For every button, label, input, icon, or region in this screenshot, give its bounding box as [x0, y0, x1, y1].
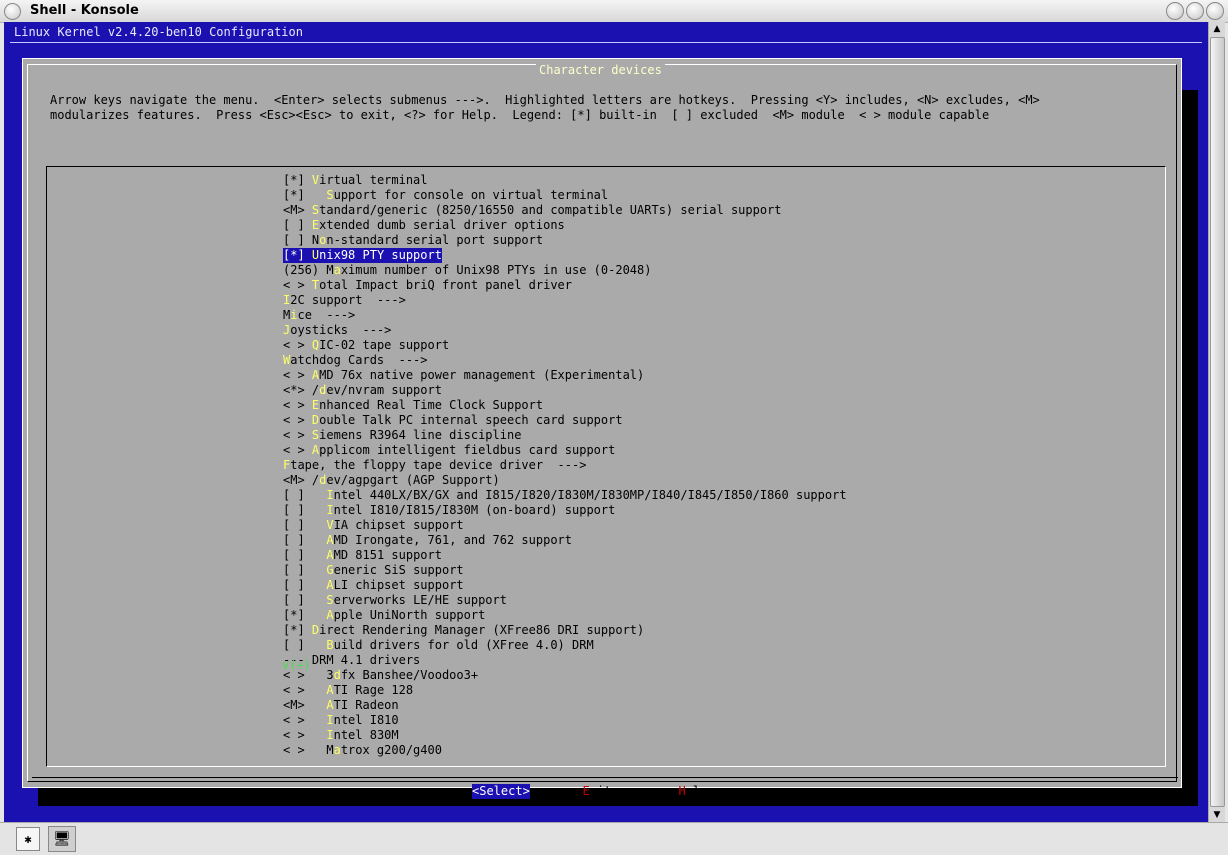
hotkey-letter: A [326, 548, 334, 562]
menu-item[interactable]: < > Matrox g200/g400 [283, 743, 442, 758]
menu-item[interactable]: < > Siemens R3964 line discipline [283, 428, 521, 443]
hotkey-letter: A [326, 698, 334, 712]
menu-item[interactable]: (256) Maximum number of Unix98 PTYs in u… [283, 263, 651, 278]
close-button[interactable] [1206, 2, 1224, 20]
new-session-icon[interactable]: ✱ [16, 827, 40, 851]
terminal-scrollbar[interactable]: ▲ ▼ [1208, 22, 1225, 822]
hotkey-letter: S [326, 593, 334, 607]
session-tabbar: ✱ 🖥 [0, 822, 1228, 855]
menu-item[interactable]: [ ] Non-standard serial port support [283, 233, 543, 248]
config-header: Linux Kernel v2.4.20-ben10 Configuration [14, 25, 303, 39]
menu-item[interactable]: [ ] Build drivers for old (XFree 4.0) DR… [283, 638, 594, 653]
menu-item[interactable]: I2C support ---> [283, 293, 406, 308]
hotkey-letter: a [333, 263, 341, 277]
scroll-down-icon[interactable]: ▼ [1209, 808, 1225, 822]
hotkey-letter: a [333, 743, 341, 757]
hotkey-letter: A [326, 683, 334, 697]
exit-hotkey: E [582, 784, 590, 798]
hotkey-letter: I [326, 503, 334, 517]
menu-item[interactable]: <M> /dev/agpgart (AGP Support) [283, 473, 500, 488]
menu-item[interactable]: [*] Direct Rendering Manager (XFree86 DR… [283, 623, 644, 638]
menu-item[interactable]: < > ATI Rage 128 [283, 683, 413, 698]
hotkey-letter: G [326, 563, 334, 577]
hotkey-letter: V [326, 518, 334, 532]
menu-item[interactable]: Joysticks ---> [283, 323, 391, 338]
menu-item[interactable]: <*> /dev/nvram support [283, 383, 442, 398]
menu-item[interactable]: [ ] VIA chipset support [283, 518, 464, 533]
menu-item[interactable]: [*] Virtual terminal [283, 173, 428, 188]
help-text-line-1: Arrow keys navigate the menu. <Enter> se… [50, 93, 1040, 107]
menu-item[interactable]: Mice ---> [283, 308, 355, 323]
menu-item[interactable]: [ ] Intel 440LX/BX/GX and I815/I820/I830… [283, 488, 847, 503]
menu-item[interactable]: [ ] ALI chipset support [283, 578, 464, 593]
hotkey-letter: A [326, 578, 334, 592]
menu-item[interactable]: [ ] AMD Irongate, 761, and 762 support [283, 533, 572, 548]
menu-item[interactable]: < > 3dfx Banshee/Voodoo3+ [283, 668, 478, 683]
hotkey-letter: A [326, 533, 334, 547]
menu-item[interactable]: < > Enhanced Real Time Clock Support [283, 398, 543, 413]
button-separator [32, 777, 1178, 778]
window-titlebar[interactable]: Shell - Konsole [0, 0, 1228, 23]
hotkey-letter: B [326, 638, 334, 652]
hotkey-letter: I [326, 728, 334, 742]
menu-item[interactable]: < > QIC-02 tape support [283, 338, 449, 353]
scrollbar-thumb[interactable] [1210, 37, 1225, 807]
menu-item[interactable]: < > Intel I810 [283, 713, 399, 728]
minimize-button[interactable] [1166, 2, 1184, 20]
menu-item[interactable]: [*] Support for console on virtual termi… [283, 188, 608, 203]
terminal-icon[interactable]: 🖥 [48, 826, 76, 852]
maximize-button[interactable] [1186, 2, 1204, 20]
window-menu-icon[interactable] [4, 3, 21, 20]
help-button[interactable]: < Help > [664, 784, 722, 799]
menu-item[interactable]: [ ] Serverworks LE/HE support [283, 593, 507, 608]
hotkey-letter: S [326, 188, 334, 202]
help-text-line-2: modularizes features. Press <Esc><Esc> t… [50, 108, 990, 122]
menu-item[interactable]: [ ] Intel I810/I815/I830M (on-board) sup… [283, 503, 615, 518]
hotkey-letter: A [326, 608, 334, 622]
menu-item[interactable]: < > Applicom intelligent fieldbus card s… [283, 443, 615, 458]
menu-item[interactable]: < > AMD 76x native power management (Exp… [283, 368, 644, 383]
menu-item[interactable]: Ftape, the floppy tape device driver ---… [283, 458, 586, 473]
menu-list [46, 166, 1166, 767]
dialog-title: Character devices [536, 63, 665, 78]
header-underline [10, 42, 1202, 43]
terminal-area[interactable]: Linux Kernel v2.4.20-ben10 Configuration… [4, 22, 1208, 822]
exit-button[interactable]: < Exit > [568, 784, 626, 799]
menu-item[interactable]: Watchdog Cards ---> [283, 353, 428, 368]
menu-item[interactable]: [ ] Generic SiS support [283, 563, 464, 578]
menu-item[interactable]: <M> Standard/generic (8250/16550 and com… [283, 203, 782, 218]
menu-item[interactable]: < > Total Impact briQ front panel driver [283, 278, 572, 293]
menuconfig-dialog: Character devices Arrow keys navigate th… [22, 58, 1182, 799]
more-indicator: v(+) [282, 658, 311, 672]
menu-item-selected[interactable]: [*] Unix98 PTY support [283, 248, 442, 263]
hotkey-letter: I [326, 713, 334, 727]
menu-item[interactable]: [ ] Extended dumb serial driver options [283, 218, 565, 233]
help-hotkey: H [678, 784, 686, 798]
menu-item[interactable]: [ ] AMD 8151 support [283, 548, 442, 563]
menu-item[interactable]: < > Intel 830M [283, 728, 399, 743]
window-title: Shell - Konsole [30, 3, 139, 18]
hotkey-letter: I [326, 488, 334, 502]
menu-item[interactable]: < > Double Talk PC internal speech card … [283, 413, 623, 428]
menu-item[interactable]: <M> ATI Radeon [283, 698, 399, 713]
select-button[interactable]: <Select> [472, 784, 530, 799]
menu-item[interactable]: [*] Apple UniNorth support [283, 608, 485, 623]
scroll-up-icon[interactable]: ▲ [1209, 22, 1225, 36]
hotkey-letter: d [333, 668, 341, 682]
